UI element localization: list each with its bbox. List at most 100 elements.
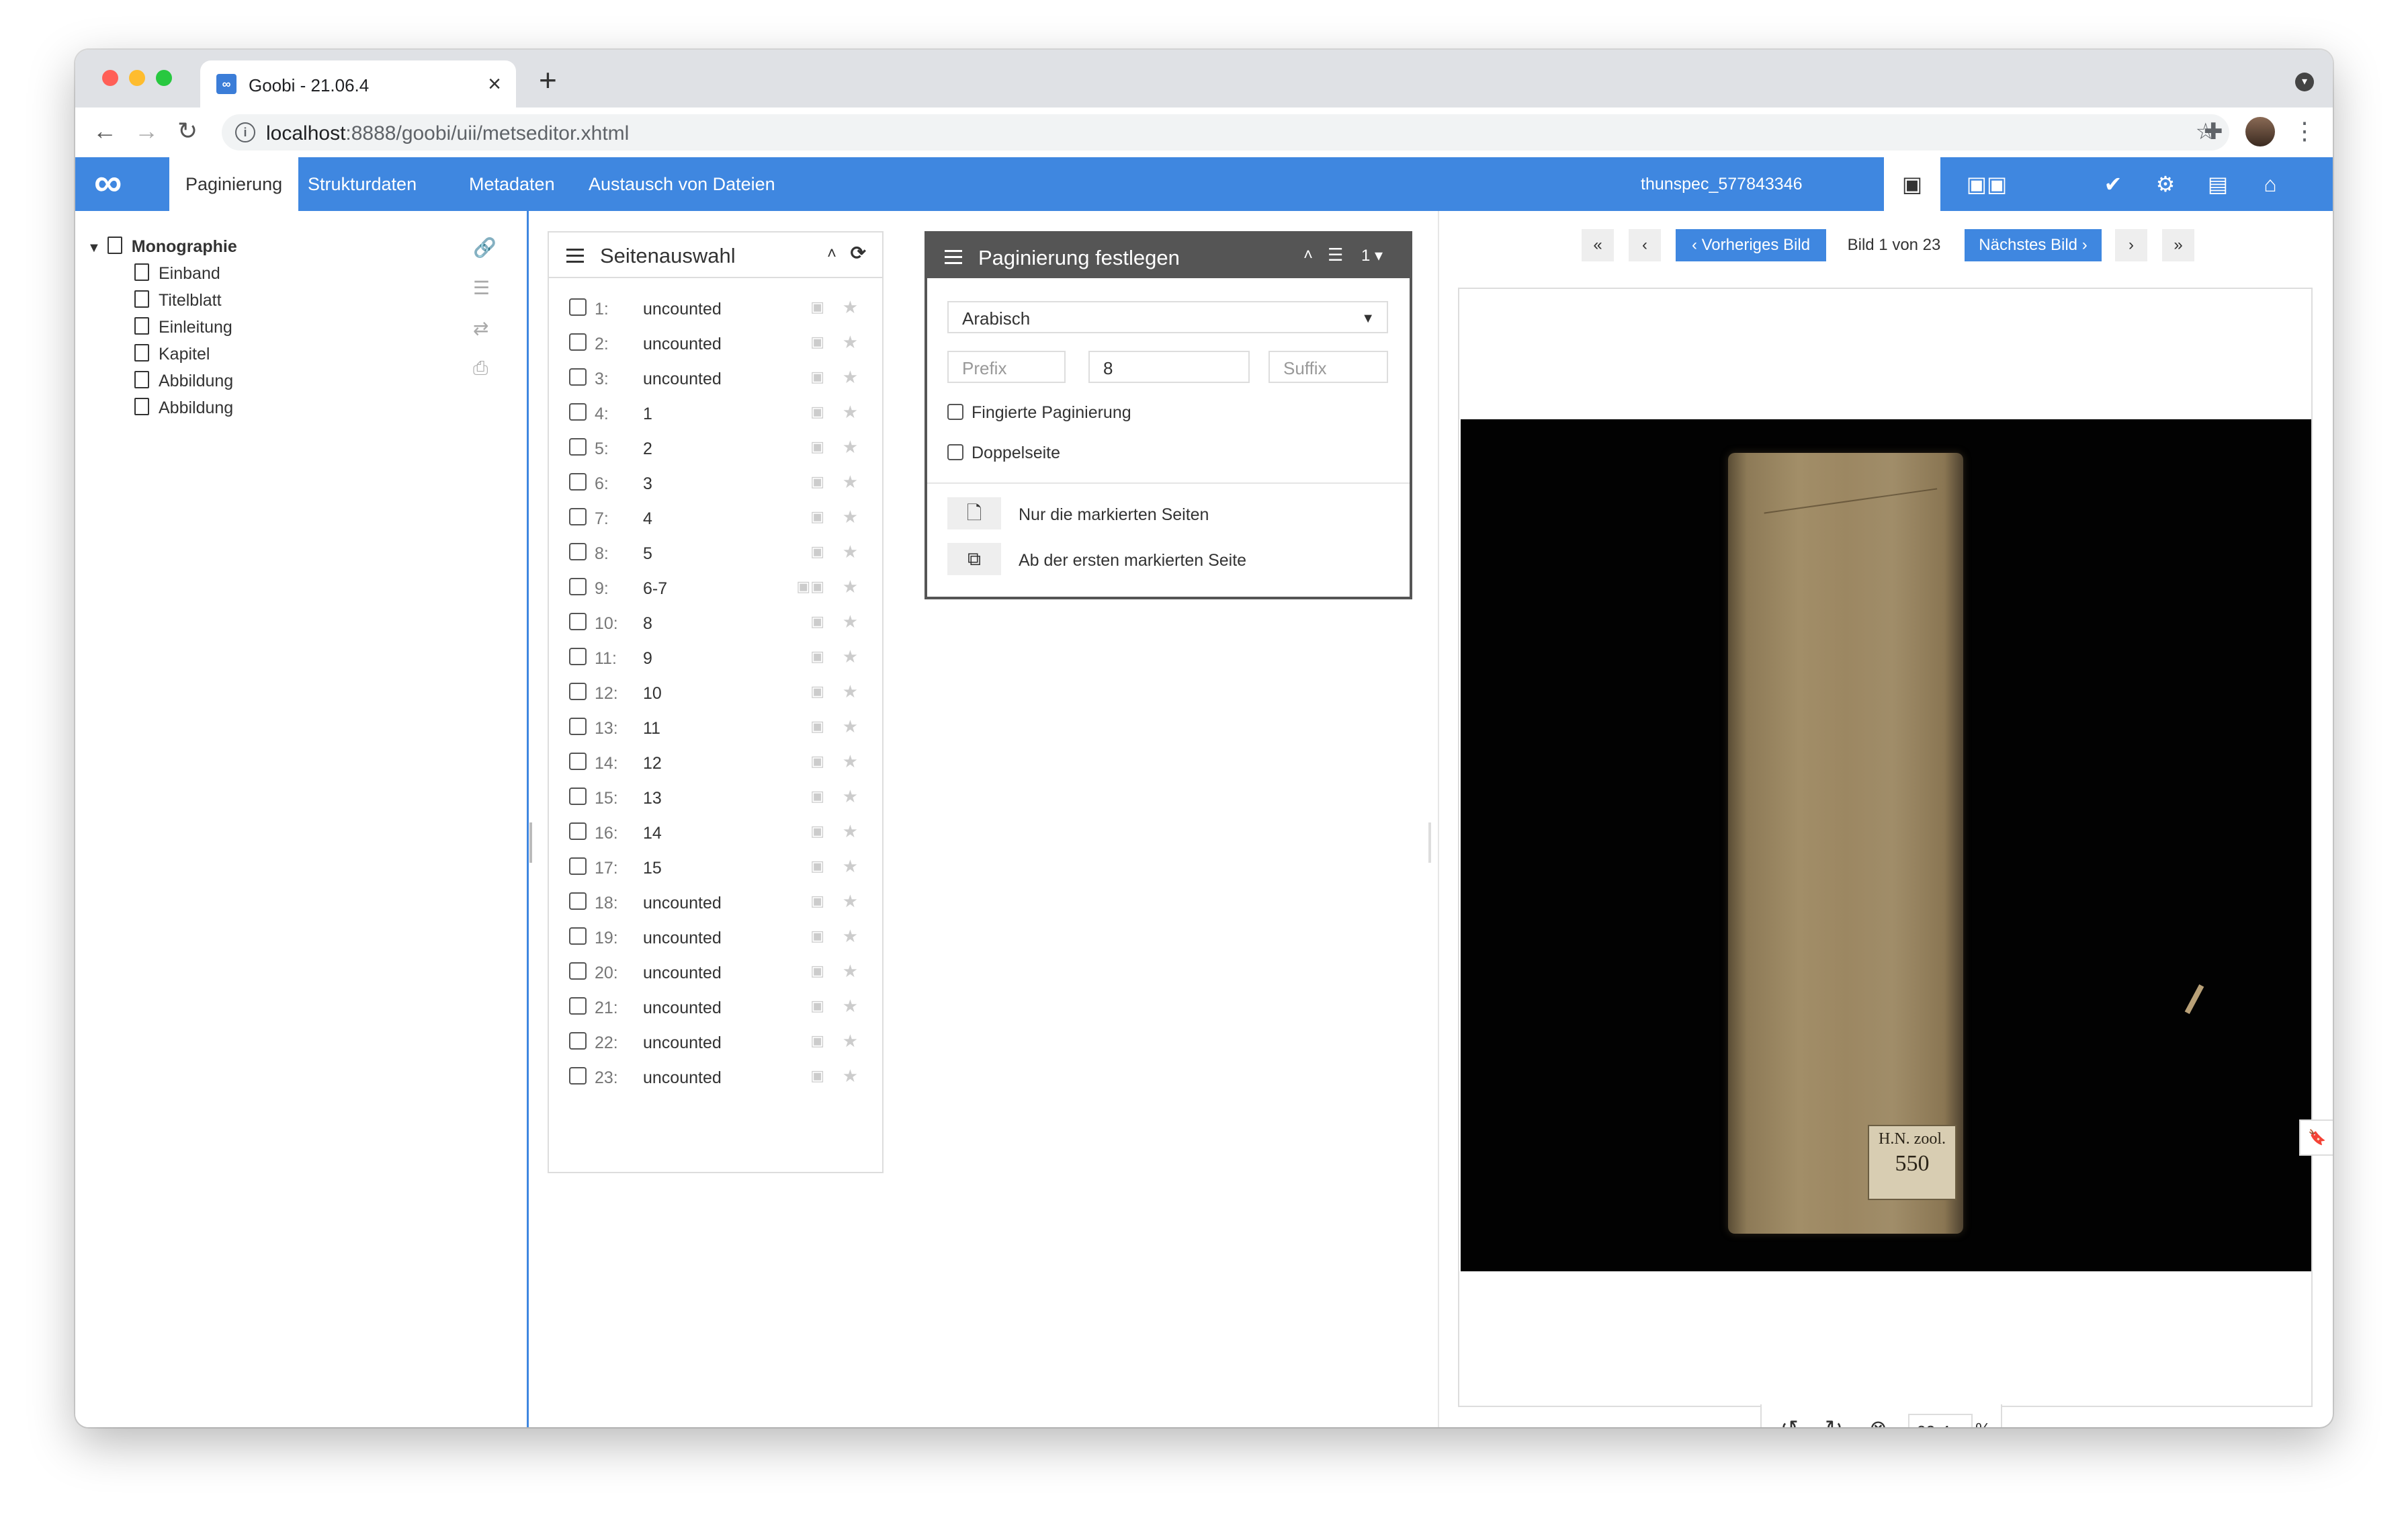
image-thumbnail-icon[interactable]: ▣ — [810, 962, 824, 980]
new-tab-icon[interactable]: + — [539, 62, 557, 98]
page-checkbox[interactable] — [569, 438, 587, 456]
last-image-button[interactable]: » — [2162, 229, 2194, 261]
minimize-window-button[interactable] — [129, 70, 145, 86]
profile-avatar[interactable] — [2245, 117, 2275, 146]
page-row[interactable]: 21: uncounted ▣ ★ — [569, 993, 858, 1020]
reset-zoom-icon[interactable]: ⊗ — [1869, 1415, 1887, 1427]
image-thumbnail-icon[interactable]: ▣ — [810, 298, 824, 316]
tree-item-einleitung[interactable]: Einleitung — [134, 317, 232, 337]
image-thumbnail-icon[interactable]: ▣ — [810, 438, 824, 456]
page-checkbox[interactable] — [569, 613, 587, 630]
image-thumbnail-icon[interactable]: ▣ — [810, 473, 824, 491]
refresh-icon[interactable]: ⟳ — [851, 242, 866, 264]
star-icon[interactable]: ★ — [843, 1066, 858, 1087]
page-row[interactable]: 8: 5 ▣ ★ — [569, 539, 858, 566]
page-row[interactable]: 3: uncounted ▣ ★ — [569, 364, 858, 391]
page-row[interactable]: 16: 14 ▣ ★ — [569, 818, 858, 845]
collapse-chevron-icon[interactable]: ˄ — [827, 245, 836, 263]
tree-item-kapitel[interactable]: Kapitel — [134, 344, 210, 364]
page-row[interactable]: 20: uncounted ▣ ★ — [569, 958, 858, 985]
rotate-right-icon[interactable]: ↻ — [1825, 1415, 1843, 1427]
page-checkbox[interactable] — [569, 1032, 587, 1050]
print-icon[interactable]: ⎙ — [473, 357, 488, 380]
page-row[interactable]: 11: 9 ▣ ★ — [569, 644, 858, 671]
star-icon[interactable]: ★ — [843, 542, 858, 562]
count-dropdown[interactable]: 1 ▾ — [1361, 246, 1383, 265]
star-icon[interactable]: ★ — [843, 402, 858, 423]
double-page-checkbox[interactable]: Doppelseite — [947, 443, 1060, 463]
page-checkbox[interactable] — [569, 508, 587, 525]
image-thumbnail-icon[interactable]: ▣ — [810, 997, 824, 1015]
page-checkbox[interactable] — [569, 473, 587, 491]
home-icon[interactable]: ⌂ — [2247, 157, 2294, 211]
page-checkbox[interactable] — [569, 648, 587, 665]
star-icon[interactable]: ★ — [843, 751, 858, 772]
star-icon[interactable]: ★ — [843, 891, 858, 912]
start-value-input[interactable]: 8 — [1088, 351, 1250, 383]
previous-image-small-button[interactable]: ‹ — [1629, 229, 1661, 261]
image-thumbnail-icon[interactable]: ▣ — [810, 1032, 824, 1050]
page-checkbox[interactable] — [569, 578, 587, 595]
page-checkbox[interactable] — [569, 298, 587, 316]
pagination-type-select[interactable]: Arabisch ▼ — [947, 301, 1388, 333]
star-icon[interactable]: ★ — [843, 297, 858, 318]
star-icon[interactable]: ★ — [843, 472, 858, 493]
image-thumbnail-icon[interactable]: ▣ — [810, 333, 824, 351]
close-window-button[interactable] — [102, 70, 118, 86]
image-thumbnail-icon[interactable]: ▣ — [810, 613, 824, 630]
maximize-window-button[interactable] — [156, 70, 172, 86]
star-icon[interactable]: ★ — [843, 507, 858, 527]
star-icon[interactable]: ★ — [843, 856, 858, 877]
page-checkbox[interactable] — [569, 857, 587, 875]
page-row[interactable]: 13: 11 ▣ ★ — [569, 714, 858, 740]
page-checkbox[interactable] — [569, 927, 587, 945]
star-icon[interactable]: ★ — [843, 437, 858, 458]
page-checkbox[interactable] — [569, 822, 587, 840]
tab-austausch-von-dateien[interactable]: Austausch von Dateien — [572, 157, 791, 211]
browser-menu-icon[interactable]: ⋮ — [2292, 117, 2317, 145]
next-image-small-button[interactable]: › — [2115, 229, 2147, 261]
reload-icon[interactable]: ↻ — [177, 117, 198, 145]
from-first-marked-label[interactable]: Ab der ersten markierten Seite — [1019, 551, 1246, 570]
page-checkbox[interactable] — [569, 962, 587, 980]
checkbox[interactable] — [947, 404, 963, 420]
image-thumbnail-icon[interactable]: ▣ — [810, 718, 824, 735]
validate-check-icon[interactable]: ✔ — [2090, 157, 2137, 211]
page-row[interactable]: 2: uncounted ▣ ★ — [569, 329, 858, 356]
single-image-view-icon[interactable]: ▣ — [1884, 157, 1940, 211]
image-thumbnail-icon[interactable]: ▣ — [810, 857, 824, 875]
link-icon[interactable]: 🔗 — [473, 237, 497, 259]
only-marked-pages-label[interactable]: Nur die markierten Seiten — [1019, 505, 1209, 525]
tab-search-icon[interactable]: ▾ — [2295, 73, 2314, 91]
tab-strukturdaten[interactable]: Strukturdaten — [292, 157, 433, 211]
forward-arrow-icon[interactable]: → — [134, 117, 159, 145]
page-checkbox[interactable] — [569, 718, 587, 735]
page-checkbox[interactable] — [569, 788, 587, 805]
image-thumbnail-icon[interactable]: ▣▣ — [796, 578, 824, 595]
tab-metadaten[interactable]: Metadaten — [453, 157, 571, 211]
close-tab-icon[interactable]: × — [488, 71, 501, 97]
settings-gear-icon[interactable]: ⚙ — [2142, 157, 2189, 211]
zoom-input[interactable]: 69.4 — [1908, 1414, 1973, 1427]
page-checkbox[interactable] — [569, 753, 587, 770]
left-splitter-handle[interactable] — [529, 822, 532, 863]
page-row[interactable]: 22: uncounted ▣ ★ — [569, 1028, 858, 1055]
page-checkbox[interactable] — [569, 683, 587, 700]
page-checkbox[interactable] — [569, 368, 587, 386]
previous-image-button[interactable]: ‹ Vorheriges Bild — [1676, 229, 1826, 261]
checkbox[interactable] — [947, 444, 963, 460]
page-checkbox[interactable] — [569, 543, 587, 560]
page-row[interactable]: 9: 6-7 ▣▣ ★ — [569, 574, 858, 601]
page-row[interactable]: 17: 15 ▣ ★ — [569, 853, 858, 880]
image-thumbnail-icon[interactable]: ▣ — [810, 648, 824, 665]
prefix-input[interactable]: Prefix — [947, 351, 1066, 383]
list-icon[interactable]: ☰ — [473, 277, 490, 299]
page-checkbox[interactable] — [569, 333, 587, 351]
page-checkbox[interactable] — [569, 1067, 587, 1085]
image-thumbnail-icon[interactable]: ▣ — [810, 683, 824, 700]
page-row[interactable]: 6: 3 ▣ ★ — [569, 469, 858, 496]
page-row[interactable]: 14: 12 ▣ ★ — [569, 749, 858, 775]
back-arrow-icon[interactable]: ← — [93, 117, 117, 145]
star-icon[interactable]: ★ — [843, 821, 858, 842]
star-icon[interactable]: ★ — [843, 367, 858, 388]
